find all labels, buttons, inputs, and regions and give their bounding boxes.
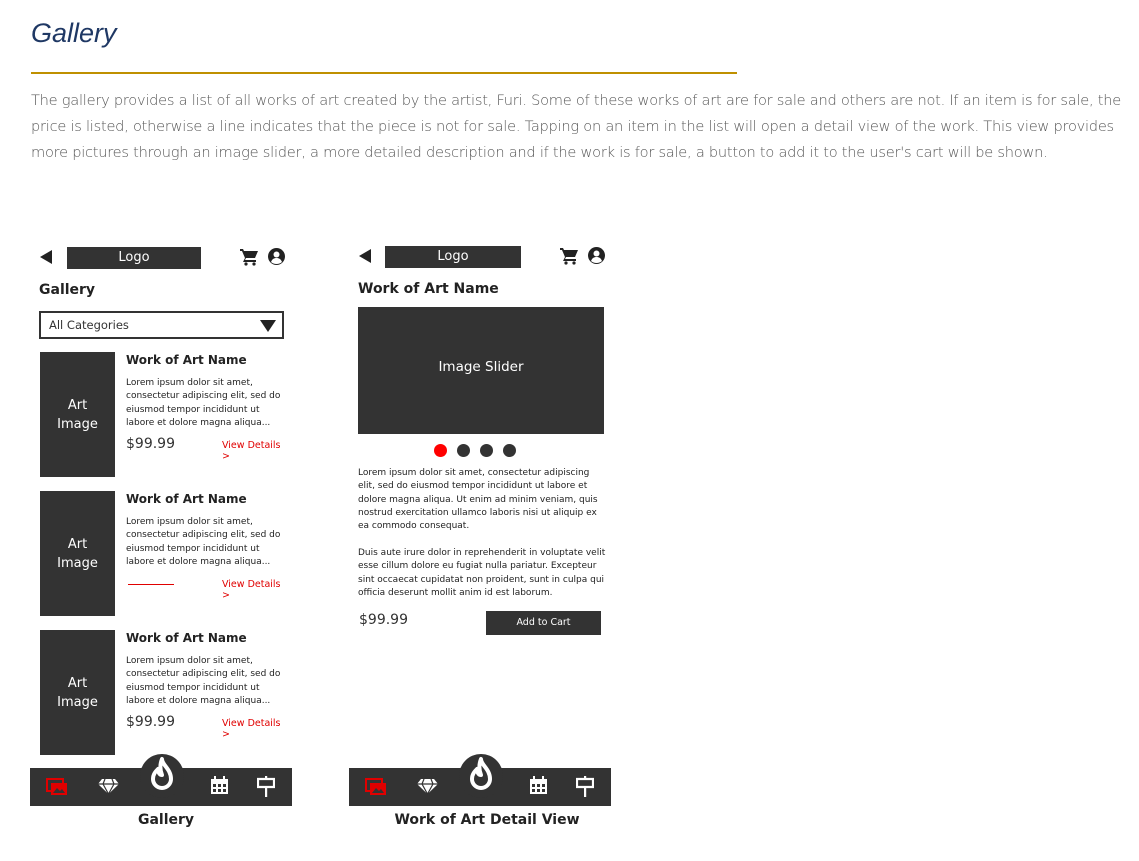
flame-logo-icon[interactable] xyxy=(140,754,184,798)
calendar-icon[interactable] xyxy=(210,776,229,795)
flame-logo-icon[interactable] xyxy=(459,754,503,798)
gallery-mockup: Logo Gallery All Categories Art Image Wo… xyxy=(29,240,293,828)
logo[interactable]: Logo xyxy=(67,247,201,269)
cart-icon[interactable] xyxy=(240,248,259,266)
item-description: Lorem ipsum dolor sit amet, consectetur … xyxy=(126,378,281,428)
item-description: Lorem ipsum dolor sit amet, consectetur … xyxy=(126,517,281,567)
document-title: Gallery xyxy=(31,18,117,48)
cart-icon[interactable] xyxy=(560,247,579,265)
description-paragraph: Lorem ipsum dolor sit amet, consectetur … xyxy=(358,468,598,532)
calendar-icon[interactable] xyxy=(529,776,548,795)
list-item[interactable]: Art Image Work of Art Name Lorem ipsum d… xyxy=(40,630,285,755)
mockup-caption: Work of Art Detail View xyxy=(394,812,580,828)
slider-dot[interactable] xyxy=(457,444,470,457)
gallery-icon[interactable] xyxy=(46,778,68,797)
detail-price: $99.99 xyxy=(359,612,408,628)
gem-icon[interactable] xyxy=(98,778,119,795)
logo[interactable]: Logo xyxy=(385,246,521,268)
view-details-link[interactable]: View Details > xyxy=(222,440,285,462)
slider-dot[interactable] xyxy=(434,444,447,457)
item-price: $99.99 xyxy=(126,714,175,730)
category-select[interactable]: All Categories xyxy=(39,311,284,339)
art-image: Art Image xyxy=(40,630,115,755)
item-price: $99.99 xyxy=(126,436,175,452)
gallery-icon[interactable] xyxy=(365,778,387,797)
slider-dot[interactable] xyxy=(503,444,516,457)
view-details-link[interactable]: View Details > xyxy=(222,579,285,601)
screen-title: Work of Art Name xyxy=(358,281,499,297)
screen-title: Gallery xyxy=(39,282,96,298)
item-title: Work of Art Name xyxy=(126,631,247,645)
category-select-value: All Categories xyxy=(49,318,129,332)
gem-icon[interactable] xyxy=(417,778,438,795)
signpost-icon[interactable] xyxy=(576,776,594,797)
mockup-caption: Gallery xyxy=(137,812,195,828)
title-divider xyxy=(31,72,737,74)
add-to-cart-button[interactable]: Add to Cart xyxy=(486,611,601,635)
slider-dot[interactable] xyxy=(480,444,493,457)
image-slider[interactable]: Image Slider xyxy=(358,307,604,434)
back-arrow-icon[interactable] xyxy=(40,250,52,264)
art-image: Art Image xyxy=(40,491,115,616)
item-title: Work of Art Name xyxy=(126,353,247,367)
detail-mockup: Logo Work of Art Name Image Slider Lorem… xyxy=(348,240,612,828)
document-body: The gallery provides a list of all works… xyxy=(31,92,1121,161)
user-icon[interactable] xyxy=(268,248,285,265)
image-slider-label: Image Slider xyxy=(438,359,524,375)
item-title: Work of Art Name xyxy=(126,492,247,506)
back-arrow-icon[interactable] xyxy=(359,249,371,263)
art-image: Art Image xyxy=(40,352,115,477)
view-details-link[interactable]: View Details > xyxy=(222,718,285,740)
item-description: Lorem ipsum dolor sit amet, consectetur … xyxy=(126,656,281,706)
list-item[interactable]: Art Image Work of Art Name Lorem ipsum d… xyxy=(40,491,285,616)
chevron-down-icon xyxy=(260,320,276,332)
signpost-icon[interactable] xyxy=(257,776,275,797)
description-paragraph: Duis aute irure dolor in reprehenderit i… xyxy=(358,548,606,598)
list-item[interactable]: Art Image Work of Art Name Lorem ipsum d… xyxy=(40,352,285,477)
not-for-sale-line xyxy=(128,584,174,585)
user-icon[interactable] xyxy=(588,247,605,264)
